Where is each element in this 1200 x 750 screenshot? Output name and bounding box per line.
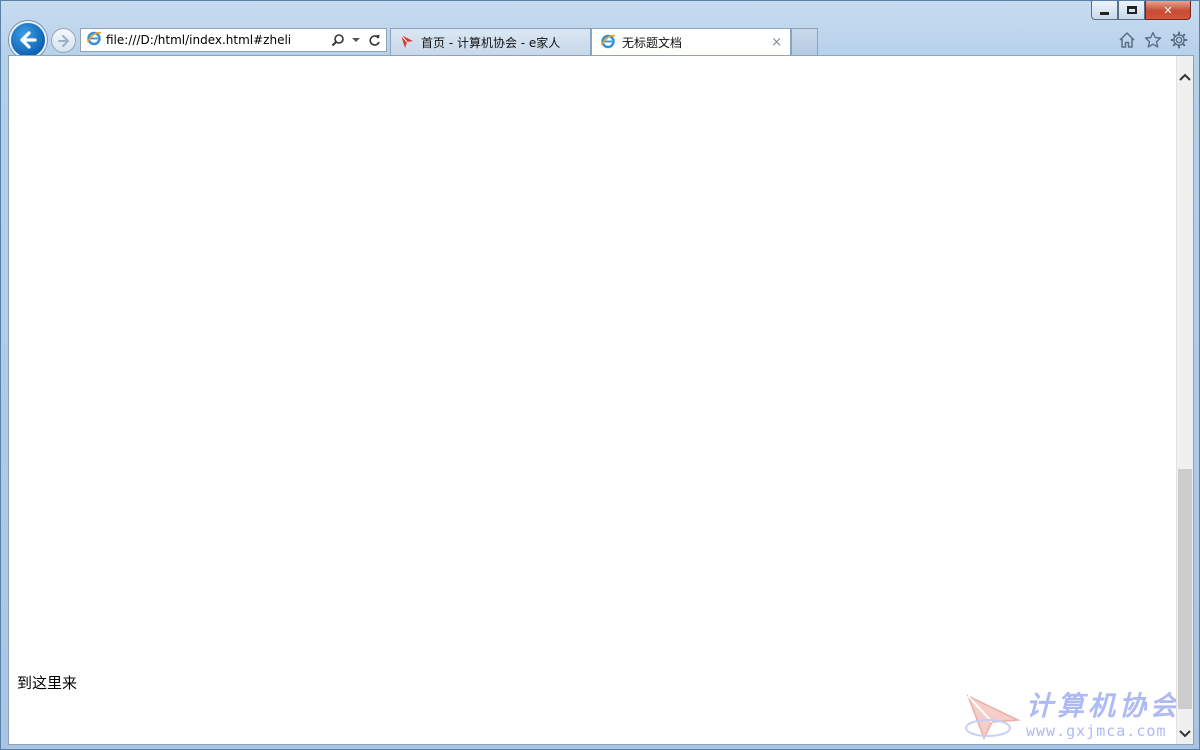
favorites-icon[interactable] [1143,30,1163,50]
close-window-button[interactable]: ✕ [1145,1,1191,20]
forward-arrow-icon [57,34,69,47]
caption-buttons: ✕ [1091,1,1191,21]
dropdown-icon[interactable] [349,33,363,47]
new-tab-button[interactable] [791,28,818,55]
watermark-url: www.gxjmca.com [1026,722,1167,740]
chevron-up-icon [1179,73,1191,81]
chevron-down-icon [1179,729,1191,737]
maximize-icon [1126,6,1137,14]
forward-button[interactable] [51,28,76,53]
tab-title: 无标题文档 [622,35,683,50]
close-tab-icon[interactable]: × [771,35,782,50]
back-button[interactable] [9,21,47,59]
tab-title: 首页 - 计算机协会 - e家人 [421,35,561,50]
minimize-icon [1100,11,1109,15]
scrollbar-thumb[interactable] [1178,469,1192,709]
address-bar [80,28,387,52]
watermark: 计算机协会 www.gxjmca.com [964,692,1181,740]
minimize-button[interactable] [1091,1,1118,20]
refresh-icon[interactable] [367,33,381,47]
scroll-down-button[interactable] [1177,725,1193,742]
scroll-up-button[interactable] [1177,68,1193,85]
search-icon[interactable] [331,33,345,47]
maximize-button[interactable] [1118,1,1145,20]
settings-icon[interactable] [1169,30,1189,50]
browser-window: ✕ file:///D:/html/index.html#zheli 首页 - … [0,0,1200,750]
close-icon: ✕ [1163,3,1173,17]
vertical-scrollbar[interactable] [1176,56,1193,744]
watermark-logo-icon [965,694,1021,740]
page-viewport: 到这里来 计算机协会 www.gxjmca.com [8,55,1194,745]
tab-home[interactable]: 首页 - 计算机协会 - e家人 [390,28,591,55]
ie-icon [86,30,102,50]
url-input[interactable] [102,33,331,47]
watermark-title: 计算机协会 [1026,691,1181,722]
home-icon[interactable] [1117,30,1137,50]
anchor-target-text: 到这里来 [17,674,78,692]
command-icons [1117,30,1189,50]
tab-strip: 首页 - 计算机协会 - e家人 无标题文档 × [390,28,818,55]
back-arrow-icon [20,31,37,49]
tab-untitled[interactable]: 无标题文档 × [591,28,791,55]
site-icon [399,33,415,52]
ie-icon [600,33,616,52]
